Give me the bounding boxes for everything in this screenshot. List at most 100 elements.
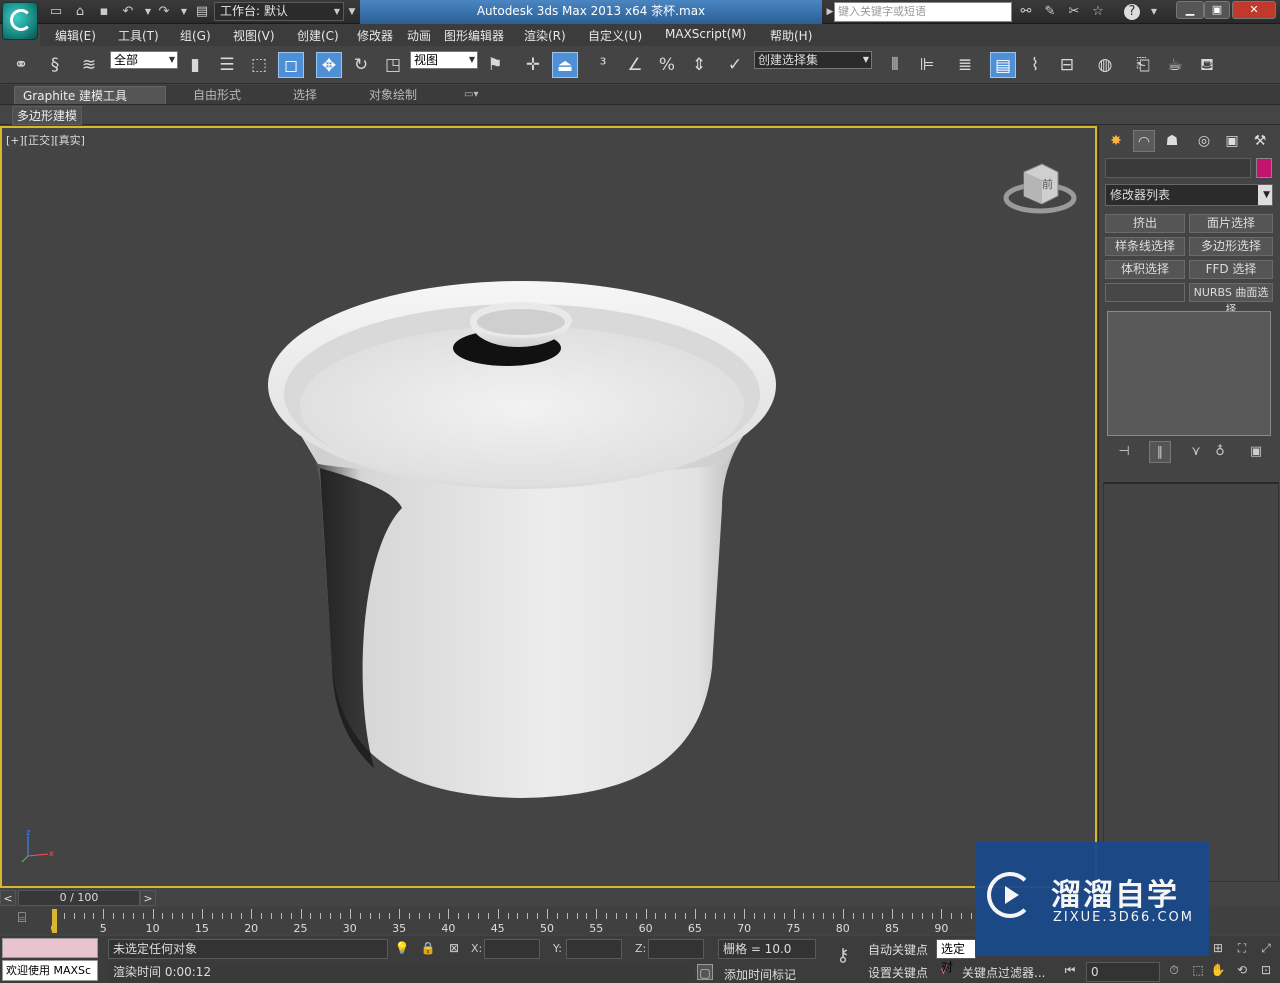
auto-key-button[interactable]: 自动关键点 (868, 941, 928, 958)
snaps-toggle-icon[interactable]: ³ (590, 52, 616, 78)
render-production-icon[interactable]: ⛾ (1194, 52, 1220, 78)
named-selection-sets-dropdown[interactable]: 创建选择集 (754, 51, 872, 69)
select-and-move-icon[interactable]: ✥ (316, 52, 342, 78)
nurbs-surface-select-button[interactable]: NURBS 曲面选择 (1189, 283, 1273, 316)
menu-create[interactable]: 创建(C) (297, 27, 339, 44)
volume-select-button[interactable]: 体积选择 (1105, 260, 1185, 279)
keyboard-shortcut-override-icon[interactable]: ⏏ (552, 52, 578, 78)
make-unique-icon[interactable]: ⋎ (1185, 441, 1207, 463)
spinner-snap-icon[interactable]: ⇕ (686, 52, 712, 78)
menu-tools[interactable]: 工具(T) (118, 27, 159, 44)
field-of-view-icon[interactable]: ⛶ (1234, 940, 1250, 956)
material-editor-icon[interactable]: ◍ (1092, 52, 1118, 78)
angle-snap-icon[interactable]: ∠ (622, 52, 648, 78)
set-key-icon[interactable]: ⚷ (830, 947, 856, 972)
tab-graphite-modeling[interactable]: Graphite 建模工具 (14, 86, 166, 104)
menu-edit[interactable]: 编辑(E) (55, 27, 96, 44)
menu-customize[interactable]: 自定义(U) (588, 27, 642, 44)
spline-select-button[interactable]: 样条线选择 (1105, 237, 1185, 256)
time-slider-next-button[interactable]: > (140, 890, 156, 906)
bind-to-space-warp-icon[interactable]: ≋ (76, 52, 102, 78)
project-folder-icon[interactable]: ▤ (194, 4, 210, 20)
menu-views[interactable]: 视图(V) (233, 27, 275, 44)
communication-center-icon[interactable]: ✂ (1066, 4, 1082, 20)
menu-group[interactable]: 组(G) (180, 27, 211, 44)
patch-select-button[interactable]: 面片选择 (1189, 214, 1273, 233)
maximize-viewport-icon[interactable]: ⤢ (1258, 940, 1274, 956)
window-maximize-button[interactable]: ▣ (1204, 1, 1230, 19)
reference-coordinate-dropdown[interactable]: 视图 (410, 51, 478, 69)
tab-selection[interactable]: 选择 (285, 86, 325, 104)
display-tab-icon[interactable]: ▣ (1221, 130, 1243, 152)
render-setup-icon[interactable]: ⎗ (1130, 52, 1156, 78)
menu-help[interactable]: 帮助(H) (770, 27, 812, 44)
absolute-relative-toggle-icon[interactable]: ⊠ (446, 940, 462, 956)
object-color-swatch[interactable] (1256, 158, 1272, 178)
select-and-manipulate-icon[interactable]: ✛ (520, 52, 546, 78)
configure-modifier-sets-icon[interactable]: ▣ (1245, 441, 1267, 463)
poly-select-button[interactable]: 多边形选择 (1189, 237, 1273, 256)
percent-snap-icon[interactable]: % (654, 52, 680, 78)
modifier-list-dropdown[interactable]: 修改器列表 (1105, 184, 1273, 206)
zoom-region-icon[interactable]: ⊞ (1210, 940, 1226, 956)
time-tag-icon[interactable]: ▢ (697, 964, 713, 980)
mirror-icon[interactable]: ⫴ (882, 52, 908, 78)
help-dropdown-icon[interactable]: ▼ (1146, 4, 1162, 20)
align-icon[interactable]: ⊫ (914, 52, 940, 78)
add-time-tag-button[interactable]: 添加时间标记 (724, 966, 796, 983)
select-by-name-icon[interactable]: ☰ (214, 52, 240, 78)
motion-tab-icon[interactable]: ◎ (1193, 130, 1215, 152)
window-minimize-button[interactable]: ▁ (1176, 1, 1204, 19)
window-close-button[interactable]: ✕ (1232, 1, 1276, 19)
pan-view-icon[interactable]: ✋ (1210, 962, 1226, 978)
polygon-modeling-panel[interactable]: 多边形建模 (12, 106, 83, 125)
open-file-icon[interactable]: ⌂ (72, 4, 88, 20)
trackbar-curve-editor-icon[interactable]: ⌸ (10, 910, 34, 932)
menu-graph-editors[interactable]: 图形编辑器 (444, 27, 504, 44)
time-slider-prev-button[interactable]: < (0, 890, 16, 906)
x-coord-input[interactable] (484, 939, 540, 959)
z-coord-input[interactable] (648, 939, 704, 959)
select-and-scale-icon[interactable]: ◳ (380, 52, 406, 78)
undo-dropdown-icon[interactable]: ▼ (140, 4, 156, 20)
trackbar-ruler[interactable]: 051015202530354045505560657075808590 (44, 909, 974, 935)
selected-object-dropdown[interactable]: 选定对 (936, 939, 976, 974)
perspective-viewport[interactable]: [+][正交][真实] 前 z x (0, 126, 1097, 888)
menu-rendering[interactable]: 渲染(R) (524, 27, 566, 44)
selection-lock-icon[interactable]: 🔒 (420, 940, 436, 956)
layer-manager-icon[interactable]: ≣ (952, 52, 978, 78)
workspace-dropdown[interactable]: 工作台: 默认 (214, 2, 344, 21)
window-crossing-icon[interactable]: ◻ (278, 52, 304, 78)
rendered-frame-window-icon[interactable]: ☕ (1162, 52, 1188, 78)
schematic-view-icon[interactable]: ⊟ (1054, 52, 1080, 78)
pin-stack-icon[interactable]: ⊣ (1113, 441, 1135, 463)
time-config-icon[interactable]: ⏱ (1166, 962, 1182, 978)
maxscript-mini-listener[interactable] (2, 938, 98, 958)
set-key-button[interactable]: 设置关键点 (868, 964, 928, 981)
favorites-star-icon[interactable]: ☆ (1090, 4, 1106, 20)
modifier-stack-list[interactable] (1107, 311, 1271, 436)
show-end-result-icon[interactable]: ∥ (1149, 441, 1171, 463)
new-file-icon[interactable]: ▭ (48, 4, 64, 20)
tab-object-paint[interactable]: 对象绘制 (361, 86, 425, 104)
ffd-select-button[interactable]: FFD 选择 (1189, 260, 1273, 279)
y-coord-input[interactable] (566, 939, 622, 959)
graphite-toggle-icon[interactable]: ▤ (990, 52, 1016, 78)
redo-dropdown-icon[interactable]: ▼ (176, 4, 192, 20)
current-frame-marker[interactable] (52, 909, 57, 933)
remove-modifier-icon[interactable]: ♁ (1209, 441, 1231, 463)
maximize-toggle-icon[interactable]: ⊡ (1258, 962, 1274, 978)
maxscript-listener-output[interactable]: 欢迎使用 MAXSc (2, 960, 98, 981)
current-frame-input[interactable]: 0 (1086, 962, 1160, 982)
utilities-tab-icon[interactable]: ⚒ (1249, 130, 1271, 152)
menu-modifiers[interactable]: 修改器 (357, 27, 393, 44)
zoom-extents-icon[interactable]: ⬚ (1190, 962, 1206, 978)
extrude-button[interactable]: 挤出 (1105, 214, 1185, 233)
create-tab-icon[interactable]: ✸ (1105, 130, 1127, 152)
modify-tab-icon[interactable]: ◠ (1133, 130, 1155, 152)
time-slider-thumb[interactable]: 0 / 100 (18, 890, 140, 906)
object-name-field[interactable] (1105, 158, 1251, 178)
help-icon[interactable]: ? (1124, 4, 1140, 20)
orbit-icon[interactable]: ⟲ (1234, 962, 1250, 978)
redo-icon[interactable]: ↷ (156, 4, 172, 20)
